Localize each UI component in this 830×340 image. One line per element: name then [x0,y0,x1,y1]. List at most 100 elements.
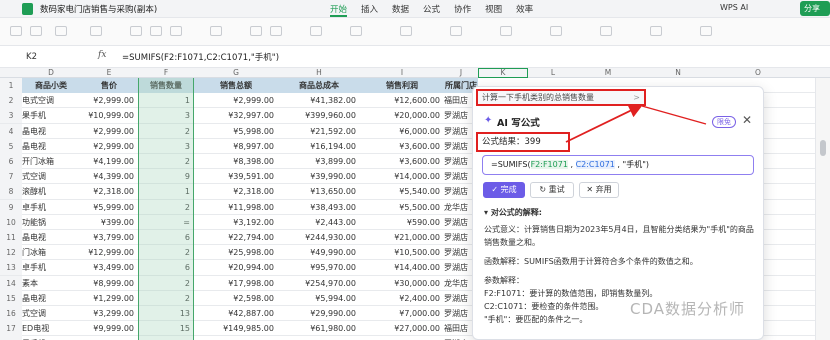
table-cell[interactable]: ¥41,382.00 [278,93,360,108]
table-cell[interactable]: ¥399,960.00 [278,108,360,123]
table-cell[interactable]: ¥38,493.00 [278,200,360,215]
table-cell[interactable]: 门冰箱 [22,245,80,260]
close-icon[interactable]: ✕ [742,113,752,127]
col-header-j[interactable]: J [444,68,478,78]
table-cell[interactable]: ¥590.00 [360,215,444,230]
table-cell[interactable]: ¥2,999.00 [80,139,138,154]
retry-button[interactable]: ↻ 重试 [530,182,574,198]
font-icon[interactable] [90,26,102,36]
row-number[interactable]: 12 [0,245,22,261]
row-number[interactable]: 2 [0,93,22,109]
table-cell[interactable]: ¥4,199.00 [80,154,138,169]
table-cell[interactable]: 果手机 [22,108,80,123]
wps-ai-button[interactable]: WPS AI [720,3,748,12]
col-header-i[interactable]: I [360,68,444,78]
table-cell[interactable]: 开门冰箱 [22,154,80,169]
table-cell[interactable]: ¥39,591.00 [194,169,278,184]
table-cell[interactable]: ¥5,540.00 [360,184,444,199]
table-cell[interactable]: ¥8,999.00 [80,276,138,291]
align-left-icon[interactable] [250,26,262,36]
table-cell[interactable]: ¥3,899.00 [278,154,360,169]
row-number[interactable]: 16 [0,306,22,321]
table-cell[interactable]: ¥14,400.00 [360,260,444,275]
table-cell[interactable]: 素本 [22,276,80,291]
table-cell[interactable]: ¥49,990.00 [278,245,360,260]
freeze-icon[interactable] [600,26,612,36]
table-cell[interactable]: 卓手机 [22,200,80,215]
name-box[interactable]: K2 [4,50,84,64]
row-number[interactable]: 5 [0,138,22,154]
table-cell[interactable]: 晶电视 [22,291,80,306]
row-number[interactable]: 14 [0,275,22,291]
table-cell[interactable]: ¥14,000.00 [360,169,444,184]
table-cell[interactable]: 果手机 [22,336,80,340]
table-cell[interactable]: ¥20,000.00 [360,336,444,340]
table-cell[interactable]: ¥2,318.00 [80,184,138,199]
table-cell[interactable]: ¥3,799.00 [80,230,138,245]
row-number[interactable]: 15 [0,290,22,306]
menu-efficiency[interactable]: 效率 [516,3,533,17]
table-cell[interactable]: ¥9,999.00 [80,321,138,336]
row-number[interactable]: 17 [0,321,22,337]
col-header-n[interactable]: N [638,68,718,78]
table-cell[interactable]: ¥2,999.00 [80,93,138,108]
col-header-h[interactable]: H [278,68,360,78]
table-cell[interactable]: ¥1,299.00 [80,291,138,306]
col-header-l[interactable]: L [528,68,578,78]
table-cell[interactable]: ¥20,994.00 [194,260,278,275]
row-number[interactable]: 3 [0,108,22,124]
table-cell[interactable]: ¥8,997.00 [194,139,278,154]
table-cell[interactable]: 式空调 [22,169,80,184]
menu-collab[interactable]: 协作 [454,3,471,17]
row-number[interactable]: 11 [0,230,22,245]
table-cell[interactable]: ¥2,999.00 [80,124,138,139]
bold-icon[interactable] [130,26,142,36]
table-cell[interactable]: 滚醇机 [22,184,80,199]
table-cell[interactable]: ¥61,980.00 [278,321,360,336]
menu-formula[interactable]: 公式 [423,3,440,17]
table-cell[interactable]: ¥5,998.00 [194,124,278,139]
row-number[interactable]: 4 [0,123,22,139]
row-number[interactable]: 8 [0,184,22,200]
merge-icon[interactable] [310,26,322,36]
share-button[interactable]: 分享 [800,1,830,16]
table-cell[interactable]: ¥10,500.00 [360,245,444,260]
row-number[interactable]: 6 [0,154,22,169]
col-header-e[interactable]: E [80,68,138,78]
table-cell[interactable]: ¥3,600.00 [360,139,444,154]
table-cell[interactable]: ¥10,999.00 [80,336,138,340]
table-cell[interactable]: ¥21,592.00 [278,124,360,139]
col-header-m[interactable]: M [578,68,638,78]
ai-prompt-input[interactable]: 计算一下手机类别的总销售数量 > [476,89,646,106]
menu-insert[interactable]: 插入 [361,3,378,17]
table-cell[interactable]: ¥399.00 [80,215,138,230]
table-cell[interactable]: ¥2,598.00 [194,291,278,306]
table-cell[interactable]: ¥29,990.00 [278,306,360,321]
table-cell[interactable]: ¥5,994.00 [278,291,360,306]
row-number[interactable]: 18 [0,336,22,340]
generated-formula-field[interactable]: =SUMIFS(F2:F1071 , C2:C1071 , "手机") [482,155,754,175]
table-cell[interactable]: ¥30,000.00 [360,276,444,291]
col-header-d[interactable]: D [22,68,80,78]
row-number[interactable]: 9 [0,199,22,215]
format-painter-icon[interactable] [55,26,67,36]
undo-icon[interactable] [10,26,22,36]
sort-icon[interactable] [550,26,562,36]
find-icon[interactable] [700,26,712,36]
header-cell[interactable]: 商品小类 [22,78,80,93]
table-cell[interactable]: ¥12,999.00 [80,245,138,260]
table-cell[interactable]: ¥7,000.00 [360,306,444,321]
formula-input[interactable]: =SUMIFS(F2:F1071,C2:C1071,"手机") [122,51,279,63]
col-header-o[interactable]: O [718,68,798,78]
table-cell[interactable]: 式空调 [22,306,80,321]
insert-row-icon[interactable] [650,26,662,36]
table-cell[interactable]: ¥11,998.00 [194,200,278,215]
header-cell[interactable]: 销售总额 [194,78,278,93]
table-cell[interactable]: ¥27,000.00 [360,321,444,336]
table-cell[interactable]: ¥5,999.00 [80,200,138,215]
menu-view[interactable]: 视图 [485,3,502,17]
table-cell[interactable]: ¥3,192.00 [194,215,278,230]
table-cell[interactable]: ¥95,970.00 [278,260,360,275]
done-button[interactable]: ✓ 完成 [483,182,525,198]
sum-icon[interactable] [450,26,462,36]
